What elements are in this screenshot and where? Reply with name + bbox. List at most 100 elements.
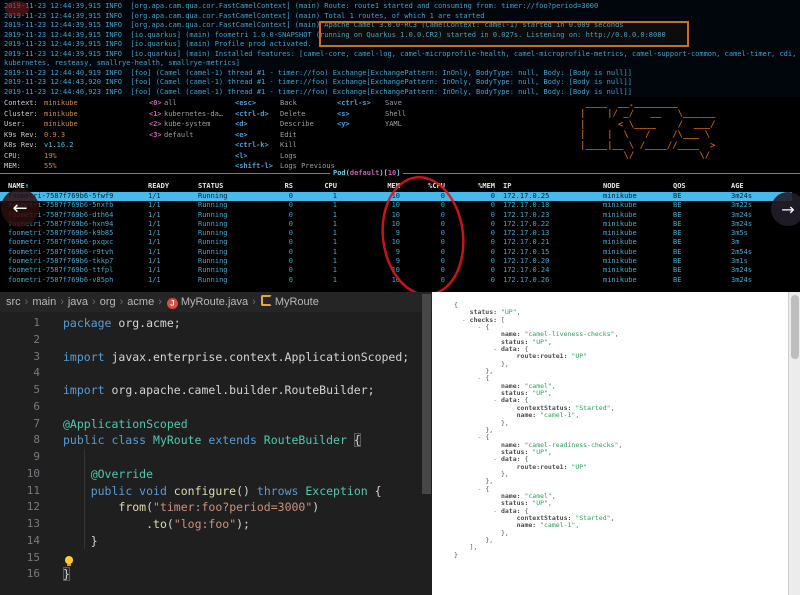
pod-cell: 0 bbox=[400, 257, 445, 266]
pod-cell: foometri-7587f769b6-tkkp7 bbox=[8, 257, 148, 266]
code-line[interactable]: 2 bbox=[0, 332, 420, 349]
sort-arrow-icon: ↑ bbox=[25, 182, 29, 190]
code-line[interactable]: 6 bbox=[0, 399, 420, 416]
pod-row[interactable]: foometri-7587f769b6-5fwf91/1Running01100… bbox=[0, 192, 792, 201]
code-line[interactable]: 10 @Override bbox=[0, 466, 420, 483]
pod-cell: minikube bbox=[603, 211, 673, 220]
shortcut-item: <ctrl-s>Save bbox=[337, 98, 406, 109]
code-line[interactable]: 8public class MyRoute extends RouteBuild… bbox=[0, 432, 420, 449]
code-line[interactable]: 11 public void configure() throws Except… bbox=[0, 483, 420, 500]
pod-cell: BE bbox=[673, 266, 731, 275]
shortcut-item: <ctrl-d>Delete bbox=[235, 109, 335, 120]
breadcrumb-item[interactable]: java bbox=[68, 296, 88, 308]
pod-cell: 0 bbox=[445, 192, 495, 201]
code-line[interactable]: 5import org.apache.camel.builder.RouteBu… bbox=[0, 382, 420, 399]
hotkey-label: <s> bbox=[337, 109, 385, 120]
code-line[interactable]: 12 from("timer:foo?period=3000") bbox=[0, 499, 420, 516]
column-header: %MEM bbox=[445, 182, 495, 191]
pod-row[interactable]: foometri-7587f769b6-k9b851/1Running01900… bbox=[0, 229, 792, 238]
json-scrollbar[interactable] bbox=[788, 292, 800, 595]
code-line[interactable]: 14 } bbox=[0, 533, 420, 550]
code-line[interactable]: 9 bbox=[0, 449, 420, 466]
shortcut-item: <esc>Back bbox=[235, 98, 335, 109]
breadcrumb-separator: › bbox=[154, 296, 166, 308]
pod-cell: 0 bbox=[445, 220, 495, 229]
line-number: 1 bbox=[0, 315, 46, 332]
log-line: 2019-11-23 12:44:46,923 INFO [foo] (Came… bbox=[4, 88, 800, 98]
left-arrow-icon: ← bbox=[12, 198, 27, 219]
pod-row[interactable]: foometri-7587f769b6-ttfpl1/1Running01100… bbox=[0, 266, 792, 275]
code-line-text: public void configure() throws Exception… bbox=[46, 483, 382, 500]
line-number: 3 bbox=[0, 349, 46, 366]
code-line[interactable]: 15 bbox=[0, 550, 420, 567]
hotkey-label: <d> bbox=[235, 119, 280, 130]
hotkey-label: <3> bbox=[149, 130, 164, 141]
breadcrumb-separator: › bbox=[88, 296, 100, 308]
breadcrumb-symbol[interactable]: MyRoute bbox=[275, 296, 319, 308]
info-value: minikube bbox=[44, 120, 78, 128]
pod-cell: 172.17.0.23 bbox=[495, 211, 603, 220]
breadcrumb-file[interactable]: MyRoute.java bbox=[181, 296, 248, 308]
pod-row[interactable]: foometri-7587f769b6-tkkp71/1Running01900… bbox=[0, 257, 792, 266]
namespace-item: <3>default bbox=[149, 130, 223, 141]
column-header: STATUS bbox=[198, 182, 256, 191]
hotkey-action: Edit bbox=[280, 130, 335, 141]
shortcut-item: <d>Describe bbox=[235, 119, 335, 130]
code-area[interactable]: 1package org.acme;23import javax.enterpr… bbox=[0, 315, 420, 583]
pod-cell: 1/1 bbox=[148, 220, 198, 229]
pod-cell: minikube bbox=[603, 201, 673, 210]
pod-row[interactable]: foometri-7587f769b6-dth641/1Running01100… bbox=[0, 211, 792, 220]
hotkey-label: <0> bbox=[149, 98, 164, 109]
breadcrumb-item[interactable]: main bbox=[32, 296, 56, 308]
pod-cell: 172.17.0.15 bbox=[495, 248, 603, 257]
pod-cell: BE bbox=[673, 201, 731, 210]
pod-cell: 1 bbox=[293, 201, 337, 210]
editor-scrollbar[interactable] bbox=[421, 292, 432, 595]
breadcrumb-item[interactable]: org bbox=[100, 296, 116, 308]
code-line[interactable]: 4 bbox=[0, 365, 420, 382]
pod-cell: Running bbox=[198, 211, 256, 220]
json-scrollbar-thumb[interactable] bbox=[791, 295, 799, 359]
info-label: Context: bbox=[4, 98, 44, 109]
cluster-info-row: User:minikube bbox=[4, 119, 78, 130]
code-line[interactable]: 1package org.acme; bbox=[0, 315, 420, 332]
log-line: 2019-11-23 12:44:39,915 INFO [org.apa.ca… bbox=[4, 2, 800, 12]
breadcrumb-item[interactable]: src bbox=[6, 296, 21, 308]
cluster-info-row: K8s Rev:v1.16.2 bbox=[4, 140, 78, 151]
code-line[interactable]: 16} bbox=[0, 566, 420, 583]
hotkey-label: <ctrl-s> bbox=[337, 98, 385, 109]
line-number: 2 bbox=[0, 332, 46, 349]
nav-next-button[interactable]: → bbox=[771, 192, 800, 226]
lightbulb-icon[interactable] bbox=[65, 556, 73, 564]
pod-cell: 0 bbox=[256, 266, 293, 275]
breadcrumb-item[interactable]: acme bbox=[127, 296, 154, 308]
right-arrow-icon: → bbox=[781, 200, 794, 219]
info-label: K8s Rev: bbox=[4, 140, 44, 151]
pod-cell: 0 bbox=[256, 257, 293, 266]
pod-row[interactable]: foometri-7587f769b6-r9tvh1/1Running01900… bbox=[0, 248, 792, 257]
line-number: 6 bbox=[0, 399, 46, 416]
code-line[interactable]: 7@ApplicationScoped bbox=[0, 416, 420, 433]
pod-cell: minikube bbox=[603, 238, 673, 247]
pod-cell: minikube bbox=[603, 266, 673, 275]
json-line: }, bbox=[454, 361, 800, 368]
pod-row[interactable]: foometri-7587f769b6-hxn941/1Running01100… bbox=[0, 220, 792, 229]
pod-row[interactable]: foometri-7587f769b6-5nxfb1/1Running01100… bbox=[0, 201, 792, 210]
json-line: }, bbox=[454, 427, 800, 434]
pod-cell: 0 bbox=[256, 238, 293, 247]
editor-scrollbar-thumb[interactable] bbox=[422, 294, 431, 494]
pod-cell: 1/1 bbox=[148, 276, 198, 285]
pod-row[interactable]: foometri-7587f769b6-v85ph1/1Running01100… bbox=[0, 276, 792, 285]
hotkey-label: <ctrl-k> bbox=[235, 140, 280, 151]
pod-cell: 10 bbox=[337, 238, 400, 247]
pod-cell: 1 bbox=[293, 192, 337, 201]
pod-cell: 0 bbox=[256, 220, 293, 229]
code-line[interactable]: 3import javax.enterprise.context.Applica… bbox=[0, 349, 420, 366]
pod-cell: 0 bbox=[445, 266, 495, 275]
nav-prev-button[interactable]: ← bbox=[1, 189, 39, 227]
column-header: RS bbox=[256, 182, 293, 191]
pod-row[interactable]: foometri-7587f769b6-pxqxc1/1Running01100… bbox=[0, 238, 792, 247]
pod-cell: 1 bbox=[293, 211, 337, 220]
pod-cell: 1/1 bbox=[148, 257, 198, 266]
code-line[interactable]: 13 .to("log:foo"); bbox=[0, 516, 420, 533]
